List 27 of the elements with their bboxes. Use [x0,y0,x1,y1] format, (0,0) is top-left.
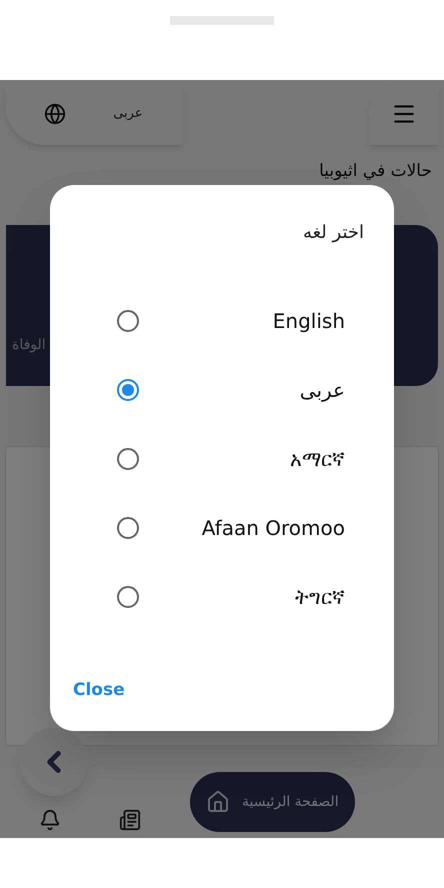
radio-button[interactable] [117,378,139,400]
language-option[interactable]: English [50,286,394,355]
language-card[interactable]: عربى [5,83,182,145]
menu-button[interactable] [369,83,439,145]
language-option[interactable]: Afaan Oromoo [50,493,394,562]
globe-icon [44,103,66,125]
bell-icon [39,809,61,831]
option-label: English [272,308,345,334]
radio-button[interactable] [117,448,139,470]
option-label: عربى [300,376,345,404]
stat-label: الوفاة [12,336,46,354]
option-label: ትግርኛ [295,584,345,610]
close-button[interactable]: Close [73,678,125,703]
option-label: Afaan Oromoo [202,514,345,542]
language-option[interactable]: عربى [50,355,394,424]
option-label: አማርኛ [290,446,345,472]
dialog-title: اختر لغه [302,221,364,245]
section-title: حالات في اثيوبيا [319,160,432,183]
language-label: عربى [113,105,143,124]
radio-button[interactable] [117,516,139,538]
nav-tab[interactable]: الصفحة الرئيسية [190,772,355,832]
radio-button[interactable] [117,310,139,332]
language-option[interactable]: ትግርኛ [50,562,394,631]
home-icon [206,790,230,814]
newspaper-icon [119,809,141,831]
radio-button[interactable] [117,586,139,608]
language-option[interactable]: አማርኛ [50,424,394,493]
